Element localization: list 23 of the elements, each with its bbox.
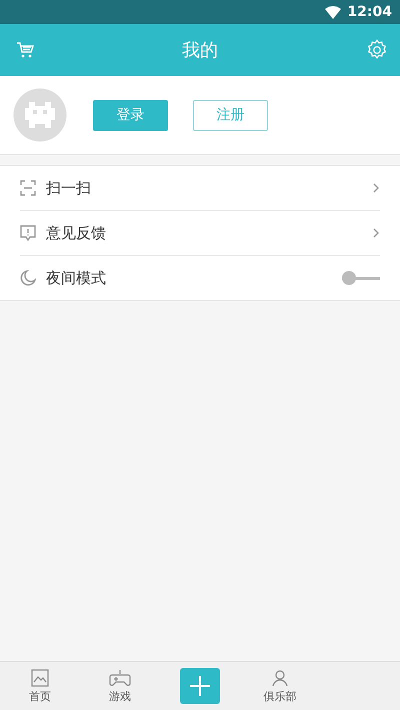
page-title: 我的	[182, 39, 218, 62]
wifi-icon	[325, 6, 342, 18]
scan-icon	[20, 180, 36, 196]
tab-item[interactable]: 首页	[29, 668, 51, 704]
menu-label[interactable]: 扫一扫	[46, 178, 372, 198]
avatar	[13, 88, 67, 142]
tab-item[interactable]: 俱乐部	[264, 668, 296, 704]
moon-icon	[20, 270, 36, 286]
picture-frame-icon	[30, 668, 50, 688]
night-mode-switch[interactable]	[342, 271, 380, 285]
status-time: 12:04	[347, 4, 392, 20]
settings-icon[interactable]	[366, 39, 388, 61]
menu-label[interactable]: 夜间模式	[46, 268, 342, 288]
plus-icon	[189, 675, 211, 697]
tab-item[interactable]: 游戏	[109, 668, 131, 704]
cart-icon[interactable]	[16, 41, 34, 59]
chevron-right-icon	[372, 227, 380, 239]
chevron-right-icon	[372, 182, 380, 194]
feedback-icon	[20, 225, 36, 241]
gamepad-icon	[109, 668, 131, 688]
add-button[interactable]	[180, 668, 220, 704]
group-icon	[270, 668, 290, 688]
menu-label[interactable]: 意见反馈	[46, 224, 372, 242]
